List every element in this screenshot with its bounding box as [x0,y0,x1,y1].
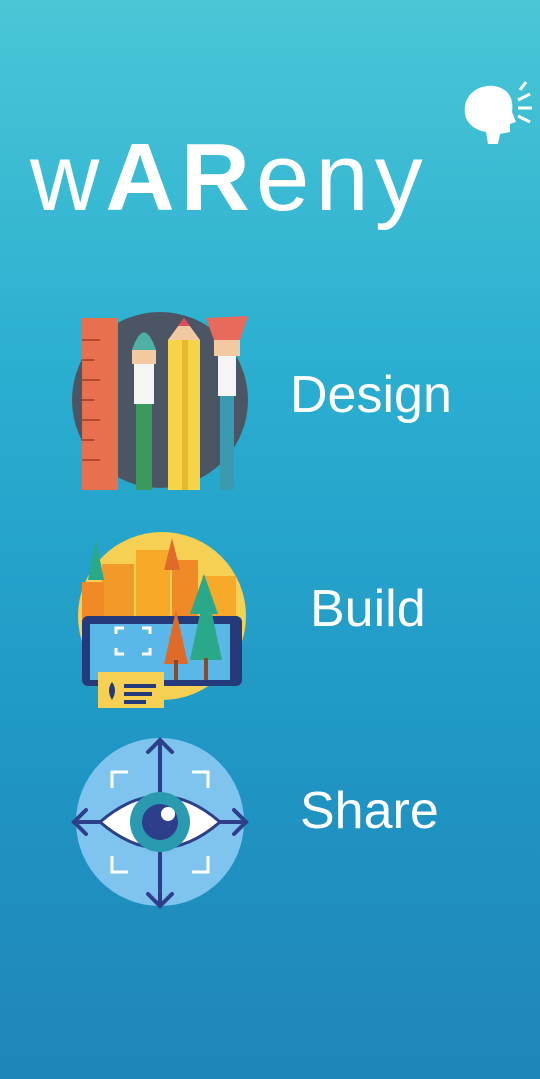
design-label: Design [290,366,452,424]
art-tools-icon [72,312,248,490]
logo-wordmark: wAReny [30,124,429,231]
menu-item-design[interactable]: Design [0,305,540,495]
app-logo: wAReny [0,70,540,240]
eye-target-icon [71,737,249,909]
menu-item-build[interactable]: Build [0,525,540,715]
menu-item-share[interactable]: Share [0,725,540,915]
city-ar-icon [78,532,246,708]
head-idea-icon [464,81,532,144]
build-label: Build [310,580,426,638]
share-label: Share [300,782,439,840]
